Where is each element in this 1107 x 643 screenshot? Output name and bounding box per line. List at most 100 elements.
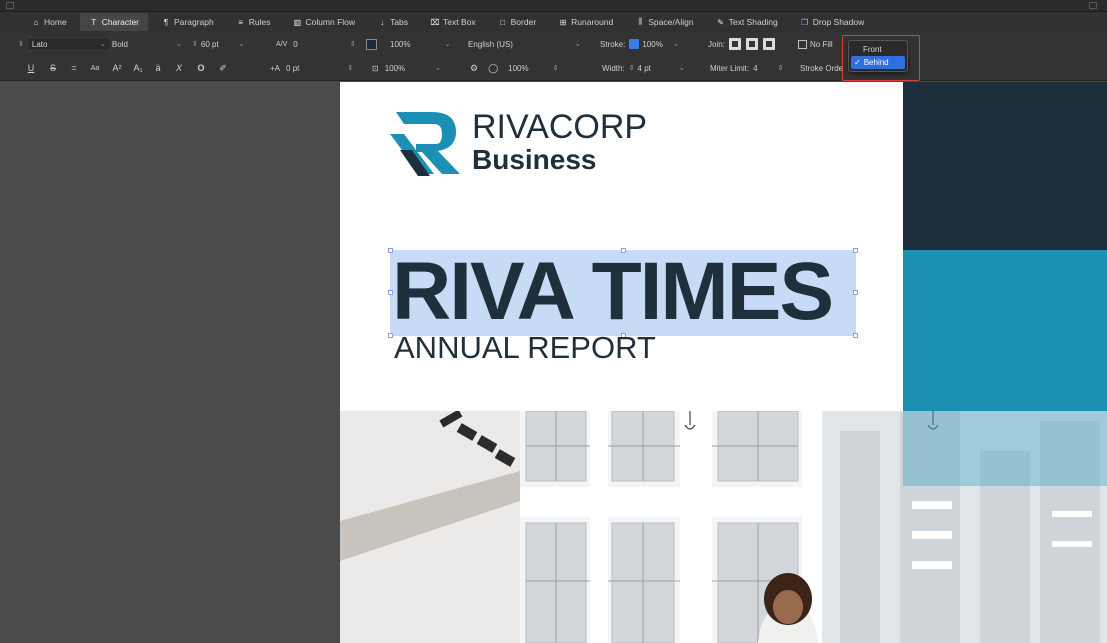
chevron-down-icon: ⌄ — [672, 41, 679, 48]
headline-text[interactable]: RIVA TIMES — [392, 240, 834, 344]
outline-icon[interactable]: O — [190, 63, 212, 73]
window-menu-icon[interactable] — [6, 2, 14, 9]
opacity-field[interactable]: ⚙ ◯ 100% ⇕ — [470, 61, 562, 75]
resize-handle[interactable] — [853, 333, 858, 338]
stepper-icon: ⇕ — [192, 40, 198, 48]
tab-border[interactable]: □ Border — [489, 13, 546, 31]
resize-handle[interactable] — [621, 248, 626, 253]
option-label: Behind — [863, 58, 889, 67]
tab-text-box[interactable]: ⌧ Text Box — [421, 13, 485, 31]
bevel-join-icon[interactable] — [762, 38, 775, 50]
round-join-icon[interactable] — [745, 38, 758, 50]
stepper-icon: ⇕ — [18, 40, 24, 48]
horizontal-scale-field[interactable]: 100% ⌄ — [390, 37, 450, 51]
tab-character[interactable]: T Character — [79, 13, 149, 31]
tab-label: Tabs — [390, 17, 409, 27]
checkmark-icon: ✓ — [854, 58, 861, 67]
resize-handle[interactable] — [388, 248, 393, 253]
paragraph-icon: ¶ — [163, 17, 169, 27]
baseline-shift-icon: +A — [270, 63, 281, 73]
teal-color-block[interactable] — [903, 250, 1107, 411]
stepper-icon: ⇕ — [349, 40, 356, 48]
text-color-swatch[interactable] — [366, 37, 377, 51]
strikethrough-icon[interactable]: S — [42, 63, 64, 73]
home-icon: ⌂ — [33, 17, 39, 27]
subscript-icon[interactable]: A₁ — [128, 63, 148, 73]
small-caps-icon[interactable]: Aa — [84, 65, 106, 72]
vertical-scale-icon: ⊡ — [372, 63, 379, 73]
office-photo[interactable] — [340, 411, 1107, 643]
tab-text-shading[interactable]: ✎ Text Shading — [707, 13, 787, 31]
underline-icon[interactable]: U — [20, 63, 42, 73]
runaround-icon: ⊞ — [559, 17, 567, 27]
tab-home[interactable]: ⌂ Home — [22, 13, 76, 31]
tab-column-flow[interactable]: ▥ Column Flow — [283, 13, 364, 31]
tab-label: Runaround — [571, 17, 614, 27]
baseline-shift-field[interactable]: +A 0 pt ⇕ — [270, 61, 356, 75]
character-icon: T — [91, 17, 97, 27]
word-underline-icon[interactable]: = — [64, 63, 84, 73]
italic-icon[interactable]: X — [168, 63, 190, 73]
drop-shadow-icon: ❐ — [801, 17, 809, 27]
superscript-icon[interactable]: A² — [106, 63, 128, 73]
shadow-icon[interactable]: ✐ — [212, 63, 234, 74]
vertical-scale-field[interactable]: ⊡ 100% ⌄ — [372, 61, 441, 75]
miter-limit-field[interactable]: Miter Limit: 4 ⇕ — [710, 61, 786, 75]
logo-wordmark: RIVACORP — [472, 108, 648, 146]
navy-color-block[interactable] — [903, 82, 1107, 250]
window-control-icon[interactable] — [1089, 2, 1097, 9]
subheading-text[interactable]: ANNUAL REPORT — [394, 330, 656, 366]
chevron-down-icon: ⌄ — [574, 41, 581, 48]
font-style-select[interactable]: ⌄ Bold ⌄ — [100, 37, 182, 51]
all-caps-icon[interactable]: ä — [148, 63, 168, 73]
resize-handle[interactable] — [853, 248, 858, 253]
stroke-order-option-behind[interactable]: ✓ Behind — [851, 56, 905, 69]
tab-runaround[interactable]: ⊞ Runaround — [549, 13, 622, 31]
miter-limit-value: 4 — [753, 63, 758, 73]
stepper-icon: ⇕ — [552, 64, 559, 72]
font-family-field[interactable]: Lato — [26, 37, 111, 51]
tab-label: Text Box — [443, 17, 476, 27]
no-fill-checkbox[interactable]: No Fill — [798, 37, 833, 51]
stroke-width-field[interactable]: Width: ⇕ 4 pt ⌄ — [602, 61, 685, 75]
tab-label: Column Flow — [305, 17, 356, 27]
rivacorp-logo-mark-icon — [390, 112, 460, 176]
resize-handle[interactable] — [388, 290, 393, 295]
chevron-down-icon: ⌄ — [678, 65, 685, 72]
join-label: Join: — [708, 39, 725, 49]
character-toolbar-row-1: ⇕ Lato ⌄ Bold ⌄ ⇕ 60 pt ⌄ A/V 0 ⇕ 100% ⌄… — [0, 32, 1107, 56]
font-size-field[interactable]: ⇕ 60 pt ⌄ — [192, 37, 245, 51]
tab-label: Home — [44, 17, 67, 27]
tab-label: Space/Align — [648, 17, 694, 27]
document-page[interactable]: RIVACORP Business RIVA TIMES ANNUAL REPO… — [340, 82, 1107, 643]
width-label: Width: — [602, 63, 625, 73]
tab-rules[interactable]: ≡ Rules — [227, 13, 280, 31]
character-effects-icon[interactable]: ⚙ — [470, 63, 478, 74]
tab-label: Paragraph — [174, 17, 214, 27]
language-select[interactable]: English (US) ⌄ — [468, 37, 581, 51]
layout-canvas[interactable]: RIVACORP Business RIVA TIMES ANNUAL REPO… — [0, 82, 1107, 643]
stroke-control[interactable]: Stroke: 100% ⌄ — [600, 37, 679, 51]
tab-label: Character — [101, 17, 140, 27]
miter-join-icon[interactable] — [728, 38, 741, 50]
resize-handle[interactable] — [853, 290, 858, 295]
tab-space-align[interactable]: ⫼ Space/Align — [626, 13, 702, 31]
tab-label: Border — [510, 17, 537, 27]
stroke-order-select[interactable]: Stroke Orde — [800, 61, 843, 75]
stroke-color-swatch[interactable] — [629, 39, 640, 49]
resize-handle[interactable] — [388, 333, 393, 338]
type-style-buttons: U S = Aa A² A₁ ä X O ✐ — [20, 61, 234, 75]
tab-tabs[interactable]: ↓ Tabs — [368, 13, 417, 31]
character-toolbar-row-2: U S = Aa A² A₁ ä X O ✐ +A 0 pt ⇕ ⊡ 100% … — [0, 56, 1107, 81]
checkbox-icon — [798, 39, 807, 49]
tab-paragraph[interactable]: ¶ Paragraph — [152, 13, 223, 31]
tracking-field[interactable]: A/V 0 ⇕ — [276, 37, 359, 51]
tab-drop-shadow[interactable]: ❐ Drop Shadow — [791, 13, 874, 31]
baseline-shift-value: 0 pt — [286, 63, 300, 73]
opacity-value: 100% — [508, 63, 529, 73]
stroke-order-menu: Front ✓ Behind — [848, 40, 908, 72]
font-family-select[interactable]: ⇕ Lato — [18, 37, 111, 51]
stroke-order-option-front[interactable]: Front — [851, 43, 905, 56]
rivacorp-logo[interactable]: RIVACORP Business — [390, 104, 720, 184]
column-flow-icon: ▥ — [293, 17, 302, 27]
